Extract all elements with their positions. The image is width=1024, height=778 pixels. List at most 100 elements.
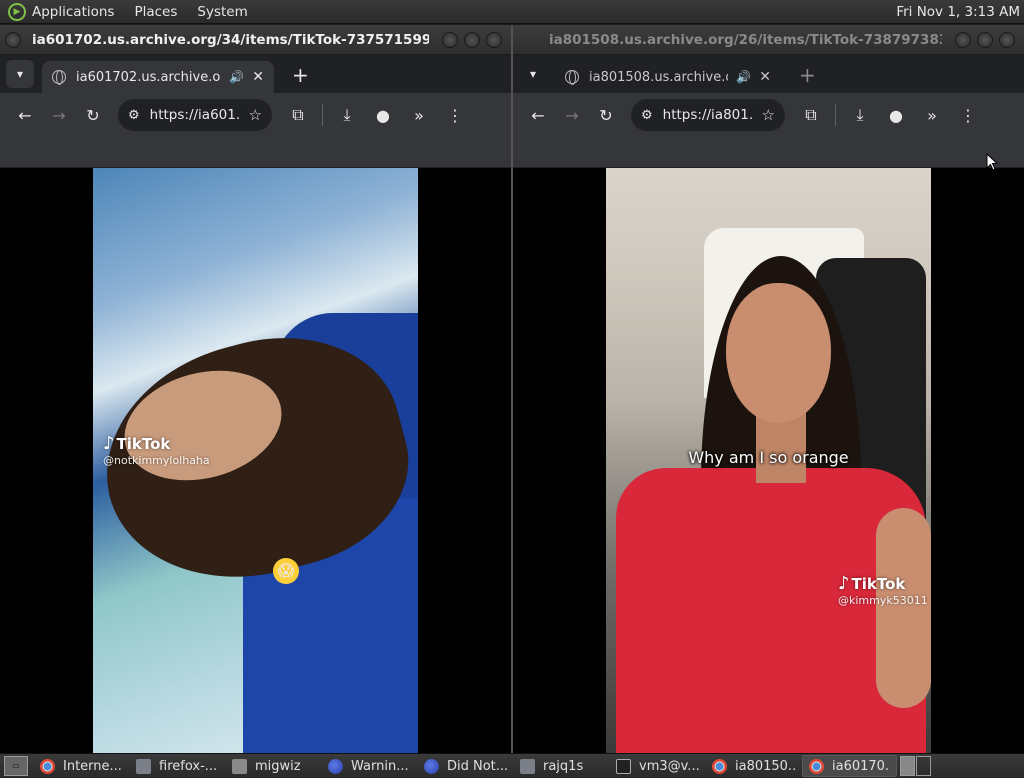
menu-places[interactable]: Places (134, 4, 177, 20)
show-desktop-icon[interactable]: ▭ (4, 756, 28, 776)
minimize-button[interactable] (955, 31, 971, 48)
reload-button[interactable]: ↻ (79, 106, 107, 125)
scream-emoji-icon: 😱 (273, 558, 299, 584)
close-tab-icon[interactable]: ✕ (759, 69, 771, 85)
taskbar-item[interactable]: firefox-... (130, 755, 225, 777)
terminal-icon (616, 758, 631, 774)
taskbar-item[interactable]: rajq1s (514, 755, 609, 777)
more-tools-icon[interactable]: » (407, 106, 431, 125)
folder-icon (232, 758, 247, 774)
address-bar[interactable]: ⚙ https://ia601... ☆ (118, 99, 272, 131)
new-tab-button[interactable]: + (799, 63, 816, 87)
window-title: ia601702.us.archive.org/34/items/TikTok-… (32, 31, 429, 48)
window-titlebar[interactable]: ia801508.us.archive.org/26/items/TikTok-… (513, 25, 1024, 55)
page-content: 😱 ♪ TikTok @notkimmylolhaha (0, 168, 511, 753)
taskbar-item[interactable]: Interne... (34, 755, 129, 777)
extensions-icon[interactable]: ⧉ (799, 105, 823, 125)
workspace-2[interactable] (916, 756, 931, 776)
browser-window-left: ia601702.us.archive.org/34/items/TikTok-… (0, 25, 511, 753)
menu-system[interactable]: System (197, 4, 247, 20)
taskbar-item[interactable]: Did Not... (418, 755, 513, 777)
tab-active[interactable]: ia801508.us.archive.org/ 🔊 ✕ (555, 61, 781, 93)
url-text: https://ia801... (662, 107, 754, 123)
bookmark-star-icon[interactable]: ☆ (249, 106, 262, 124)
taskbar: ▭ Interne... firefox-... migwiz Warnin..… (0, 753, 1024, 778)
bookmark-star-icon[interactable]: ☆ (762, 106, 775, 124)
site-info-icon[interactable]: ⚙ (641, 108, 653, 123)
clock[interactable]: Fri Nov 1, 3:13 AM (896, 4, 1020, 20)
more-tools-icon[interactable]: » (920, 106, 944, 125)
page-content: Why am I so orange ♪ TikTok @kimmyk53011 (513, 168, 1024, 753)
maximize-button[interactable] (977, 31, 993, 48)
taskbar-item-label: vm3@v... (639, 758, 699, 774)
close-tab-icon[interactable]: ✕ (252, 69, 264, 85)
toolbar-strip (0, 137, 511, 168)
reload-button[interactable]: ↻ (592, 106, 620, 125)
browser-toolbar: ← → ↻ ⚙ https://ia601... ☆ ⧉ ⤓ ● » ⋮ (0, 93, 511, 137)
taskbar-item-label: ia60170... (832, 758, 890, 774)
taskbar-item[interactable]: vm3@v... (610, 755, 705, 777)
speaker-icon[interactable]: 🔊 (736, 70, 751, 84)
system-logo-icon[interactable]: ▶ (8, 2, 26, 21)
tab-search-button[interactable]: ▾ (6, 60, 34, 88)
watermark-username: @kimmyk53011 (838, 594, 928, 607)
speaker-icon[interactable]: 🔊 (229, 70, 244, 84)
site-info-icon[interactable]: ⚙ (128, 108, 140, 123)
download-icon[interactable]: ⤓ (335, 105, 359, 125)
watermark-username: @notkimmylolhaha (103, 454, 210, 467)
address-bar[interactable]: ⚙ https://ia801... ☆ (631, 99, 785, 131)
tab-strip: ▾ ia601702.us.archive.org/34 🔊 ✕ + (0, 55, 511, 93)
watermark-logo: TikTok (116, 435, 171, 453)
close-window-button[interactable] (999, 31, 1015, 48)
window-titlebar[interactable]: ia601702.us.archive.org/34/items/TikTok-… (0, 25, 511, 55)
tiktok-note-icon: ♪ (838, 573, 850, 594)
tab-search-button[interactable]: ▾ (519, 60, 547, 88)
tiktok-watermark: ♪ TikTok @kimmyk53011 (838, 573, 928, 607)
profile-icon[interactable]: ● (884, 106, 908, 125)
globe-icon (565, 70, 579, 85)
maximize-button[interactable] (464, 31, 480, 48)
video-frame-shape (876, 508, 931, 708)
forward-button[interactable]: → (558, 106, 586, 125)
download-icon[interactable]: ⤓ (848, 105, 872, 125)
taskbar-item[interactable]: ia80150... (706, 755, 801, 777)
taskbar-item[interactable]: Warnin... (322, 755, 417, 777)
tab-title: ia801508.us.archive.org/ (589, 69, 728, 85)
back-button[interactable]: ← (11, 106, 39, 125)
firefox-icon (424, 758, 439, 774)
taskbar-item-label: rajq1s (543, 758, 584, 774)
taskbar-item-label: Warnin... (351, 758, 409, 774)
taskbar-item[interactable]: migwiz (226, 755, 321, 777)
workspace-switcher[interactable] (900, 756, 932, 776)
menu-kebab-icon[interactable]: ⋮ (443, 106, 467, 125)
video-player[interactable]: Why am I so orange ♪ TikTok @kimmyk53011 (606, 168, 931, 753)
taskbar-item-label: firefox-... (159, 758, 218, 774)
image-icon (520, 758, 535, 774)
new-tab-button[interactable]: + (292, 63, 309, 87)
profile-icon[interactable]: ● (371, 106, 395, 125)
video-player[interactable]: 😱 ♪ TikTok @notkimmylolhaha (93, 168, 418, 753)
taskbar-item-label: migwiz (255, 758, 301, 774)
taskbar-item-label: Did Not... (447, 758, 507, 774)
menu-applications[interactable]: Applications (32, 4, 114, 20)
tab-active[interactable]: ia601702.us.archive.org/34 🔊 ✕ (42, 61, 274, 93)
window-title: ia801508.us.archive.org/26/items/TikTok-… (549, 31, 942, 48)
back-button[interactable]: ← (524, 106, 552, 125)
forward-button[interactable]: → (45, 106, 73, 125)
window-menu-button[interactable] (5, 31, 21, 48)
menu-kebab-icon[interactable]: ⋮ (956, 106, 980, 125)
close-window-button[interactable] (486, 31, 502, 48)
taskbar-item-active[interactable]: ia60170... (802, 755, 897, 777)
taskbar-item-label: Interne... (63, 758, 122, 774)
workspace-1[interactable] (900, 756, 915, 776)
toolbar-strip (513, 137, 1024, 168)
image-icon (136, 758, 151, 774)
browser-toolbar: ← → ↻ ⚙ https://ia801... ☆ ⧉ ⤓ ● » ⋮ (513, 93, 1024, 137)
chrome-icon (809, 758, 824, 774)
toolbar-separator (322, 104, 323, 126)
top-panel: ▶ Applications Places System Fri Nov 1, … (0, 0, 1024, 24)
minimize-button[interactable] (442, 31, 458, 48)
mouse-cursor-icon (986, 153, 998, 171)
tiktok-note-icon: ♪ (103, 433, 115, 454)
extensions-icon[interactable]: ⧉ (286, 105, 310, 125)
